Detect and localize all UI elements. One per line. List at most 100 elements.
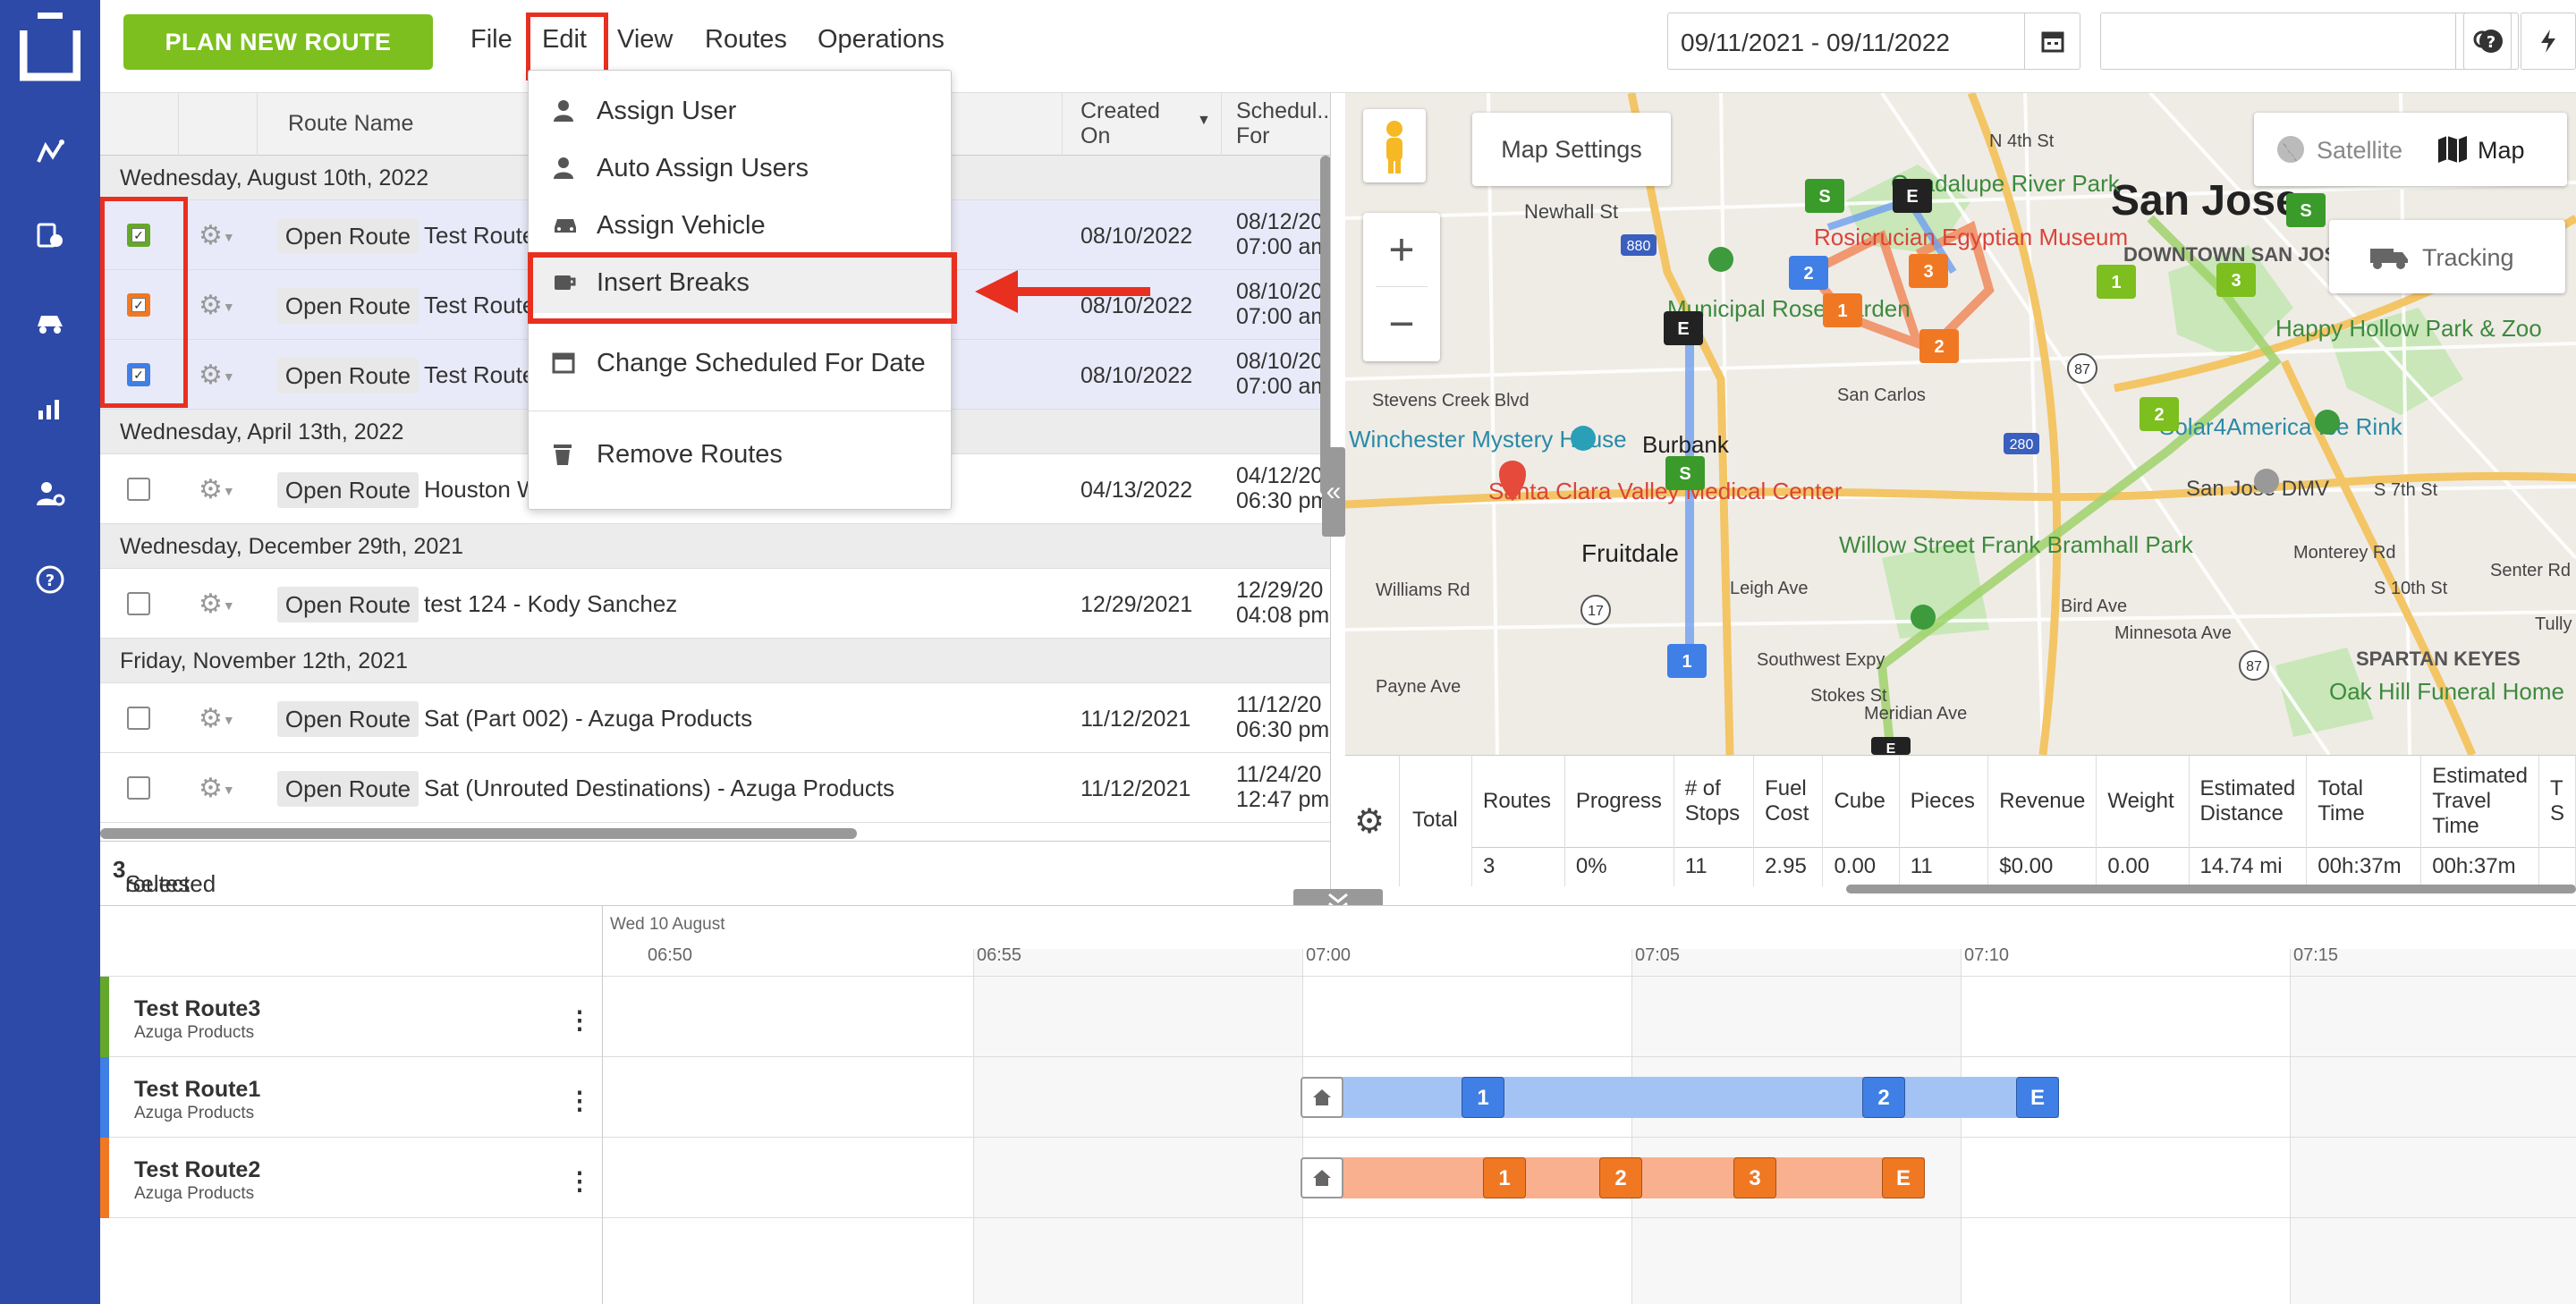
timeline-stop-end[interactable]: E bbox=[2016, 1077, 2059, 1118]
timeline-stop[interactable]: 1 bbox=[1462, 1077, 1504, 1118]
table-row[interactable]: ⚙▼ Open Route Sat (Unrouted Destinations… bbox=[100, 753, 1330, 823]
scheduled-for: 08/10/20 07:00 am bbox=[1236, 349, 1330, 399]
grid-horizontal-scrollbar[interactable] bbox=[100, 828, 857, 839]
gear-icon[interactable]: ⚙▼ bbox=[199, 588, 249, 621]
stats-settings-gear-icon[interactable]: ⚙ bbox=[1354, 804, 1390, 840]
help-icon[interactable]: ? bbox=[29, 558, 72, 601]
map-label-monterey: Monterey Rd bbox=[2293, 543, 2396, 563]
timeline-stop[interactable]: 1 bbox=[1483, 1157, 1526, 1198]
hwy-17-label: 17 bbox=[1588, 604, 1604, 619]
collapse-left-icon[interactable]: « bbox=[1322, 447, 1345, 537]
menu-item-assign-user[interactable]: Assign User bbox=[529, 84, 951, 141]
home-depot-icon[interactable] bbox=[1301, 1077, 1343, 1118]
map-marker-orange-3[interactable]: 3 bbox=[1923, 262, 1933, 282]
menu-item-auto-assign-users[interactable]: Auto Assign Users bbox=[529, 141, 951, 199]
zoom-out-icon[interactable]: − bbox=[1363, 287, 1440, 360]
map-label-happy: Happy Hollow Park & Zoo bbox=[2275, 315, 2542, 342]
table-row[interactable]: ⚙▼ Open Route test 124 - Kody Sanchez 12… bbox=[100, 569, 1330, 639]
menu-item-assign-vehicle[interactable]: Assign Vehicle bbox=[529, 199, 951, 256]
calendar-icon[interactable] bbox=[2024, 13, 2080, 69]
gear-icon[interactable]: ⚙▼ bbox=[199, 773, 249, 805]
stats-value: 00h:37m bbox=[2306, 847, 2422, 886]
menu-view[interactable]: View bbox=[617, 25, 673, 55]
users-settings-icon[interactable] bbox=[29, 472, 72, 515]
zoom-in-icon[interactable]: + bbox=[1363, 213, 1440, 286]
gear-icon[interactable]: ⚙▼ bbox=[199, 220, 249, 252]
timeline-stop-end[interactable]: E bbox=[1882, 1157, 1925, 1198]
gear-icon[interactable]: ⚙▼ bbox=[199, 703, 249, 735]
route-map[interactable]: 880 87 280 17 87 San Jose DOWNTOWN SAN J… bbox=[1345, 93, 2576, 755]
gear-icon[interactable]: ⚙▼ bbox=[199, 474, 249, 506]
menu-operations[interactable]: Operations bbox=[818, 25, 945, 55]
map-settings-button[interactable]: Map Settings bbox=[1472, 113, 1671, 186]
menu-item-remove-routes[interactable]: Remove Routes bbox=[529, 428, 951, 485]
row-checkbox[interactable] bbox=[127, 707, 150, 730]
map-label-santa-clara: Santa Clara Valley Medical Center bbox=[1488, 478, 1843, 504]
menu-routes[interactable]: Routes bbox=[705, 25, 787, 55]
header-scheduled-for[interactable]: Schedul... For bbox=[1222, 93, 1330, 156]
open-route-button[interactable]: Open Route bbox=[277, 288, 419, 324]
tracking-button[interactable]: Tracking bbox=[2329, 220, 2565, 293]
destinations-icon[interactable] bbox=[29, 215, 72, 258]
help-circle-icon[interactable]: ? bbox=[2463, 13, 2519, 70]
map-marker-end-3[interactable]: E bbox=[1886, 741, 1896, 755]
map-marker-orange-2[interactable]: 2 bbox=[1934, 337, 1944, 357]
map-marker-green-3[interactable]: 3 bbox=[2231, 271, 2241, 291]
map-marker-end[interactable]: E bbox=[1906, 187, 1918, 207]
row-checkbox[interactable] bbox=[127, 776, 150, 800]
map-marker-blue-1[interactable]: 1 bbox=[1682, 652, 1691, 672]
gear-icon[interactable]: ⚙▼ bbox=[199, 360, 249, 392]
vehicles-icon[interactable] bbox=[29, 301, 72, 343]
search-input[interactable] bbox=[2100, 13, 2512, 70]
home-depot-icon[interactable] bbox=[1301, 1157, 1343, 1198]
pegman-icon[interactable] bbox=[1363, 109, 1426, 182]
row-checkbox[interactable] bbox=[127, 478, 150, 501]
open-route-button[interactable]: Open Route bbox=[277, 218, 419, 254]
map-marker-green-1[interactable]: 1 bbox=[2111, 273, 2121, 292]
map-marker-blue-2[interactable]: 2 bbox=[1803, 264, 1813, 284]
schedule-timeline: Wed 10 August 06:50 06:55 07:00 07:05 07… bbox=[100, 905, 2576, 1304]
gear-icon[interactable]: ⚙▼ bbox=[199, 290, 249, 322]
menu-file[interactable]: File bbox=[470, 25, 513, 55]
checkbox-highlight-box bbox=[100, 197, 188, 408]
user-icon bbox=[552, 156, 579, 182]
header-select[interactable] bbox=[100, 93, 179, 156]
map-marker-end-2[interactable]: E bbox=[1677, 319, 1689, 339]
timeline-stop[interactable]: 2 bbox=[1862, 1077, 1905, 1118]
grid-vertical-scrollbar[interactable] bbox=[1320, 156, 1330, 495]
plan-new-route-button[interactable]: PLAN NEW ROUTE bbox=[123, 14, 433, 70]
stats-header: Estimated Travel Time bbox=[2420, 756, 2539, 847]
timeline-stop[interactable]: 3 bbox=[1733, 1157, 1776, 1198]
map-label-s7: S 7th St bbox=[2374, 480, 2438, 500]
menu-item-change-scheduled-date[interactable]: Change Scheduled For Date bbox=[529, 336, 951, 394]
route-timeline-bar[interactable] bbox=[1302, 1077, 2059, 1118]
map-marker-green-2[interactable]: 2 bbox=[2154, 405, 2164, 425]
open-route-button[interactable]: Open Route bbox=[277, 358, 419, 394]
timeline-stop[interactable]: 2 bbox=[1599, 1157, 1642, 1198]
header-actions bbox=[179, 93, 258, 156]
open-route-button[interactable]: Open Route bbox=[277, 472, 419, 508]
created-on: 12/29/2021 bbox=[1080, 592, 1193, 617]
map-marker-orange-1[interactable]: 1 bbox=[1837, 301, 1847, 321]
logo-icon[interactable] bbox=[20, 11, 80, 86]
map-marker-green-s[interactable]: S bbox=[1818, 187, 1830, 207]
open-route-button[interactable]: Open Route bbox=[277, 771, 419, 807]
satellite-button[interactable]: Satellite bbox=[2254, 113, 2424, 186]
map-button[interactable]: Map bbox=[2424, 113, 2567, 186]
open-route-button[interactable]: Open Route bbox=[277, 701, 419, 737]
lightning-icon[interactable] bbox=[2521, 13, 2576, 70]
map-marker-green-s2[interactable]: S bbox=[2300, 201, 2311, 221]
routes-icon[interactable] bbox=[29, 131, 72, 174]
header-created-on[interactable]: Created On ▼ bbox=[1063, 93, 1222, 156]
map-marker-green-s3[interactable]: S bbox=[1679, 464, 1690, 484]
table-row[interactable]: ⚙▼ Open Route Sat (Part 002) - Azuga Pro… bbox=[100, 683, 1330, 753]
open-route-button[interactable]: Open Route bbox=[277, 587, 419, 622]
top-toolbar: PLAN NEW ROUTE File Edit View Routes Ope… bbox=[100, 0, 2576, 93]
row-checkbox[interactable] bbox=[127, 592, 150, 615]
sort-desc-icon[interactable]: ▼ bbox=[1197, 113, 1211, 129]
map-label-spartan: SPARTAN KEYES bbox=[2356, 648, 2521, 670]
date-range-field[interactable]: 09/11/2021 - 09/11/2022 bbox=[1667, 13, 2080, 70]
map-canvas[interactable]: 880 87 280 17 87 San Jose DOWNTOWN SAN J… bbox=[1345, 93, 2576, 755]
stats-horizontal-scrollbar[interactable] bbox=[1846, 885, 2576, 893]
reports-icon[interactable] bbox=[29, 386, 72, 429]
